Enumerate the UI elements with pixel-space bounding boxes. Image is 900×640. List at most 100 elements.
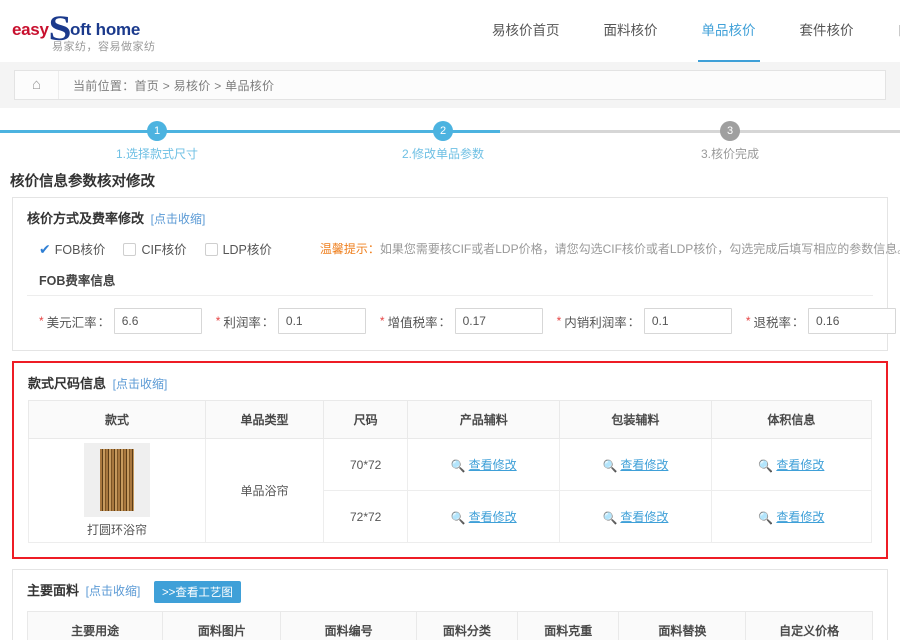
step-3[interactable]: 3 3.核价完成: [655, 118, 805, 162]
breadcrumb-bar: ⌂ 当前位置：首页 > 易核价 > 单品核价: [0, 62, 900, 108]
pricing-method-panel: 核价方式及费率修改 [点击收缩] ✔ FOB核价 CIF核价 LDP核价 温馨提示…: [12, 197, 900, 351]
search-icon: 🔍: [758, 511, 774, 525]
field-colon: ：: [261, 314, 274, 329]
link-view-edit[interactable]: 查看修改: [620, 510, 668, 524]
link-view-edit[interactable]: 查看修改: [776, 458, 824, 472]
checkbox-ldp-label: LDP核价: [222, 243, 272, 257]
style-table-header-row: 款式 单品类型 尺码 产品辅料 包装辅料 体积信息: [27, 400, 873, 439]
link-view-edit[interactable]: 查看修改: [469, 510, 517, 524]
nav-item-single-item-pricing[interactable]: 单品核价: [680, 0, 778, 62]
pricing-tip-label: 温馨提示：: [319, 242, 380, 256]
pricing-panel-toggle[interactable]: [点击收缩]: [151, 212, 206, 226]
field-usd-rate: * 美元汇率 ：: [39, 308, 202, 334]
search-icon: 🔍: [450, 459, 466, 473]
logo-soft-home-text: oft home: [70, 20, 141, 39]
field-tax-refund-rate-input[interactable]: [808, 308, 897, 334]
product-thumbnail[interactable]: [84, 443, 150, 517]
style-size-panel: 款式尺码信息 [点击收缩] 款式 单品类型 尺码 产品辅料 包装辅料 体积信息: [12, 361, 888, 559]
logo-block: easy S oft home 易家纺，容易做家纺: [12, 8, 192, 54]
col-fabric-replace: 面料替换: [618, 610, 747, 640]
field-domestic-profit-rate: * 内销利润率 ：: [557, 308, 732, 334]
cell-style-product[interactable]: 打圆环浴帘: [27, 438, 207, 543]
field-vat-rate: * 增值税率 ：: [380, 308, 543, 334]
col-style: 款式: [27, 400, 207, 439]
field-usd-rate-label: 美元汇率: [46, 315, 97, 330]
site-header: easy S oft home 易家纺，容易做家纺 易核价首页 面料核价 单品核…: [0, 0, 900, 62]
style-panel-toggle[interactable]: [点击收缩]: [113, 377, 168, 391]
fee-section-title: FOB费率信息: [27, 264, 873, 296]
link-view-edit[interactable]: 查看修改: [469, 458, 517, 472]
nav-item-free-combination[interactable]: 自由组合: [876, 0, 900, 62]
fabric-panel-toggle[interactable]: [点击收缩]: [86, 584, 141, 598]
fabric-table: 主要用途 面料图片 面料编号 面料分类 面料克重 面料替换 自定义价格 浴帘主体…: [26, 610, 873, 640]
field-colon: ：: [627, 314, 640, 329]
pricing-tip: 温馨提示：如果您需要核CIF或者LDP价格，请您勾选CIF核价或者LDP核价，勾…: [320, 240, 900, 257]
cell-product-accessory[interactable]: 🔍 查看修改: [407, 438, 561, 491]
cell-volume-info[interactable]: 🔍 查看修改: [710, 438, 873, 491]
checkbox-fob-label: FOB核价: [54, 243, 106, 257]
logo-easy-text: easy: [12, 20, 49, 39]
nav-item-fabric-pricing[interactable]: 面料核价: [582, 0, 680, 62]
col-fabric-code: 面料编号: [280, 610, 417, 640]
col-size: 尺码: [323, 400, 409, 439]
main-nav: 易核价首页 面料核价 单品核价 套件核价 自由组合: [470, 0, 900, 62]
col-main-usage: 主要用途: [26, 610, 164, 640]
table-row: 打圆环浴帘 单品浴帘 70*72 🔍 查看修改 🔍 查看修改 🔍 查看修改: [27, 438, 873, 543]
shower-curtain-image: [100, 449, 134, 511]
required-star-icon: *: [39, 314, 44, 328]
step-1-dot: 1: [147, 121, 167, 141]
cell-size: 72*72: [323, 490, 409, 543]
link-view-edit[interactable]: 查看修改: [620, 458, 668, 472]
required-star-icon: *: [215, 314, 221, 328]
checkbox-cif-label: CIF核价: [141, 243, 187, 257]
field-profit-rate-label: 利润率: [223, 315, 261, 330]
nav-item-set-pricing[interactable]: 套件核价: [778, 0, 876, 62]
field-vat-rate-input[interactable]: [454, 308, 543, 334]
checkbox-fob[interactable]: ✔ FOB核价: [39, 239, 105, 258]
cell-volume-info[interactable]: 🔍 查看修改: [710, 490, 873, 543]
breadcrumb-text: 当前位置：首页 > 易核价 > 单品核价: [73, 78, 275, 93]
step-1-label: 1.选择款式尺寸: [115, 147, 198, 161]
logo[interactable]: easy S oft home 易家纺，容易做家纺: [0, 8, 300, 54]
required-star-icon: *: [556, 314, 562, 328]
cell-packaging-accessory[interactable]: 🔍 查看修改: [559, 438, 712, 491]
checkbox-box-icon: [204, 243, 218, 256]
check-tick-icon: ✔: [39, 241, 51, 257]
field-colon: ：: [792, 314, 805, 329]
view-craft-diagram-button[interactable]: >>查看工艺图: [153, 580, 241, 603]
field-domestic-profit-rate-input[interactable]: [643, 308, 732, 334]
field-tax-refund-rate: * 退税率 ：: [746, 308, 897, 334]
field-vat-rate-label: 增值税率: [387, 315, 438, 330]
field-colon: ：: [97, 314, 110, 329]
breadcrumb: ⌂ 当前位置：首页 > 易核价 > 单品核价: [14, 70, 886, 100]
search-icon: 🔍: [602, 511, 618, 525]
nav-item-home[interactable]: 易核价首页: [470, 0, 582, 62]
progress-stepper: 1 1.选择款式尺寸 2 2.修改单品参数 3 3.核价完成: [0, 118, 900, 166]
fabric-table-header-row: 主要用途 面料图片 面料编号 面料分类 面料克重 面料替换 自定义价格: [26, 610, 873, 640]
step-2[interactable]: 2 2.修改单品参数: [368, 118, 518, 162]
home-icon[interactable]: ⌂: [15, 71, 59, 99]
field-profit-rate-input[interactable]: [277, 308, 366, 334]
checkbox-ldp[interactable]: LDP核价: [204, 239, 272, 258]
link-view-edit[interactable]: 查看修改: [776, 510, 824, 524]
step-3-label: 3.核价完成: [700, 147, 759, 161]
col-custom-price: 自定义价格: [745, 610, 873, 640]
step-1[interactable]: 1 1.选择款式尺寸: [82, 118, 232, 162]
pricing-panel-title: 核价方式及费率修改: [27, 211, 145, 226]
main-fabric-panel: 主要面料 [点击收缩] >>查看工艺图 主要用途 面料图片 面料编号 面料分类 …: [12, 569, 888, 640]
fabric-panel-title: 主要面料: [27, 583, 80, 598]
pricing-panel-header: 核价方式及费率修改 [点击收缩]: [27, 208, 873, 227]
field-usd-rate-input[interactable]: [113, 308, 202, 334]
pricing-tip-text: 如果您需要核CIF或者LDP价格，请您勾选CIF核价或者LDP核价，勾选完成后填…: [379, 242, 900, 256]
field-domestic-profit-rate-label: 内销利润率: [564, 315, 627, 330]
cell-packaging-accessory[interactable]: 🔍 查看修改: [559, 490, 712, 543]
col-fabric-category: 面料分类: [415, 610, 519, 640]
col-product-accessory: 产品辅料: [407, 400, 561, 439]
checkbox-cif[interactable]: CIF核价: [123, 239, 187, 258]
col-fabric-image: 面料图片: [162, 610, 282, 640]
cell-item-type: 单品浴帘: [205, 438, 325, 543]
logo-tagline: 易家纺，容易做家纺: [52, 41, 156, 53]
cell-product-accessory[interactable]: 🔍 查看修改: [407, 490, 561, 543]
col-fabric-weight: 面料克重: [517, 610, 620, 640]
checkbox-box-icon: [123, 243, 137, 256]
